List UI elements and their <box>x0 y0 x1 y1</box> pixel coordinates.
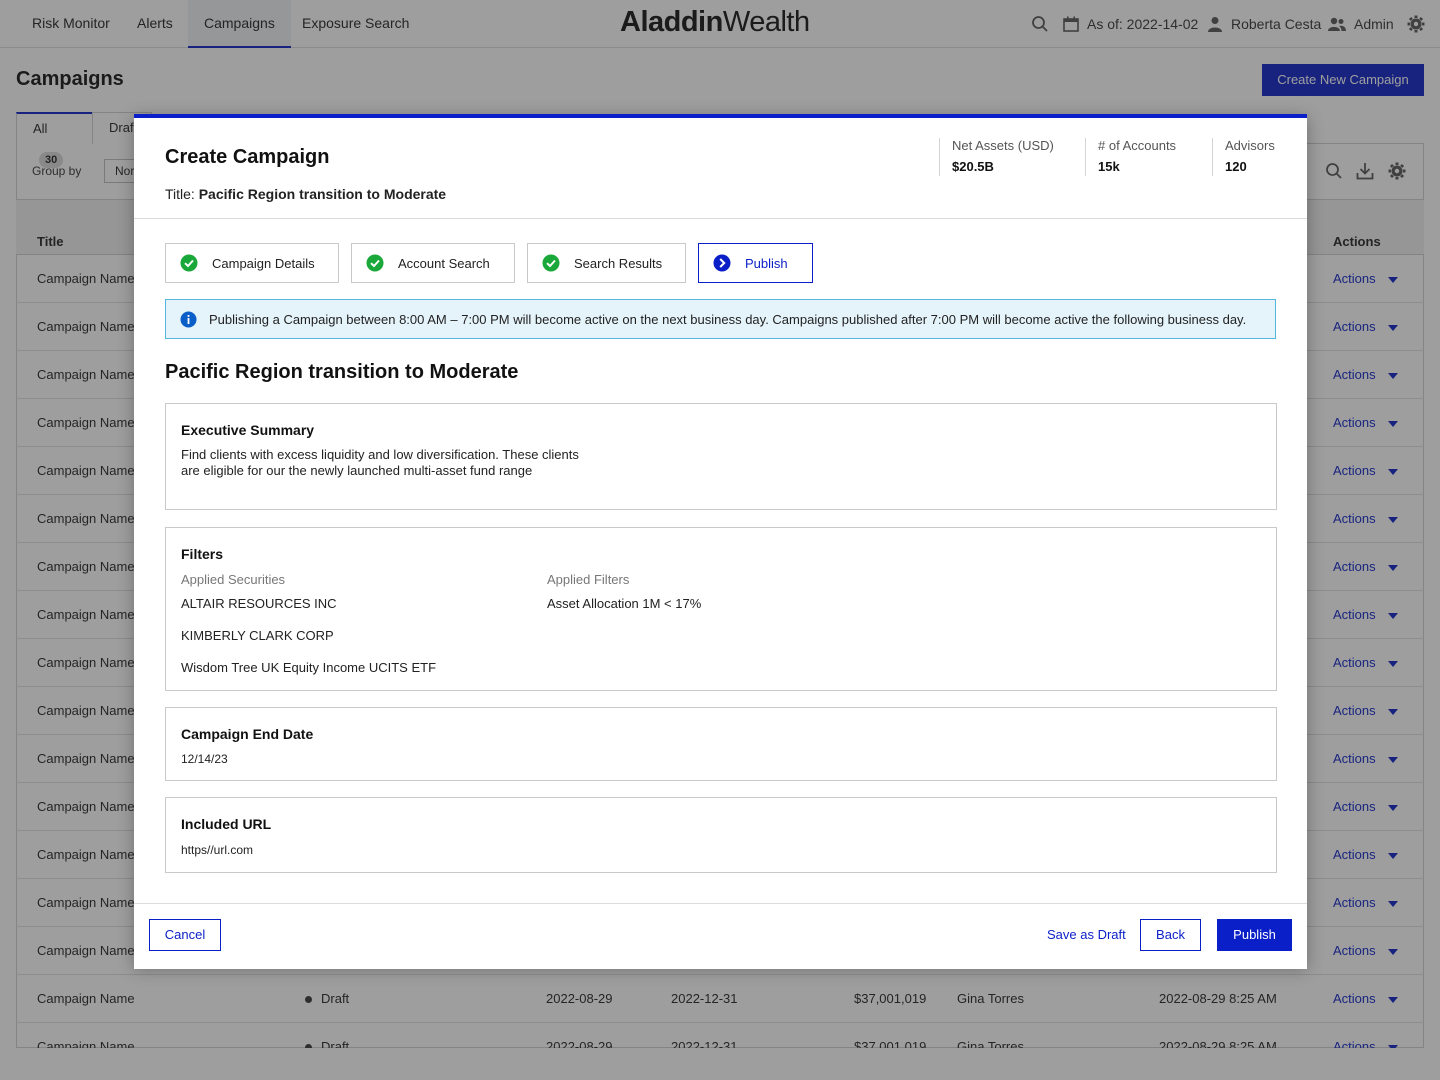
executive-summary-card: Executive Summary Find clients with exce… <box>165 403 1277 510</box>
filters-title: Filters <box>181 546 224 562</box>
check-circle-icon <box>542 254 560 272</box>
security-item: Wisdom Tree UK Equity Income UCITS ETF <box>181 660 437 675</box>
check-circle-icon <box>180 254 198 272</box>
check-circle-icon <box>366 254 384 272</box>
create-campaign-modal: Create Campaign Title: Pacific Region tr… <box>134 114 1307 969</box>
applied-filters-label: Applied Filters <box>547 572 630 587</box>
included-url-value[interactable]: https//url.com <box>181 842 253 858</box>
stat-accounts: # of Accounts 15k <box>1085 138 1176 176</box>
cancel-button[interactable]: Cancel <box>149 919 221 951</box>
end-date-value: 12/14/23 <box>181 752 228 766</box>
included-url-card: Included URL https//url.com <box>165 797 1277 873</box>
step-account-search[interactable]: Account Search <box>351 243 515 283</box>
modal-subtitle: Title: Pacific Region transition to Mode… <box>165 186 447 202</box>
info-icon <box>180 311 197 327</box>
modal-title: Create Campaign <box>165 146 330 168</box>
security-item: ALTAIR RESOURCES INC <box>181 596 337 611</box>
info-banner: Publishing a Campaign between 8:00 AM – … <box>165 299 1276 339</box>
modal-header: Create Campaign Title: Pacific Region tr… <box>134 118 1307 219</box>
chevron-right-circle-icon <box>713 254 731 272</box>
modal-footer: Cancel Save as Draft Back Publish <box>134 903 1307 969</box>
step-label: Campaign Details <box>212 255 315 271</box>
step-campaign-details[interactable]: Campaign Details <box>165 243 339 283</box>
step-search-results[interactable]: Search Results <box>527 243 686 283</box>
executive-summary-line-1: Find clients with excess liquidity and l… <box>181 447 579 462</box>
modal-body: Campaign Details Account Search Search R… <box>134 219 1307 903</box>
back-button[interactable]: Back <box>1140 919 1201 951</box>
campaign-name-heading: Pacific Region transition to Moderate <box>165 361 519 383</box>
info-message: Publishing a Campaign between 8:00 AM – … <box>209 311 1247 327</box>
step-label: Account Search <box>398 255 490 271</box>
applied-filter-item: Asset Allocation 1M < 17% <box>547 596 702 611</box>
stat-advisors: Advisors 120 <box>1212 138 1275 176</box>
end-date-title: Campaign End Date <box>181 726 314 742</box>
security-item: KIMBERLY CLARK CORP <box>181 628 334 643</box>
step-label: Publish <box>745 255 788 271</box>
campaign-end-date-card: Campaign End Date 12/14/23 <box>165 707 1277 781</box>
filters-card: Filters Applied Securities ALTAIR RESOUR… <box>165 527 1277 691</box>
stat-net-assets: Net Assets (USD) $20.5B <box>939 138 1054 176</box>
applied-securities-label: Applied Securities <box>181 572 286 587</box>
save-as-draft-button[interactable]: Save as Draft <box>1047 919 1126 951</box>
included-url-title: Included URL <box>181 816 272 832</box>
publish-button[interactable]: Publish <box>1217 919 1292 951</box>
executive-summary-title: Executive Summary <box>181 422 315 438</box>
step-publish[interactable]: Publish <box>698 243 813 283</box>
executive-summary-line-2: are eligible for our the newly launched … <box>181 463 533 478</box>
step-label: Search Results <box>574 255 663 271</box>
